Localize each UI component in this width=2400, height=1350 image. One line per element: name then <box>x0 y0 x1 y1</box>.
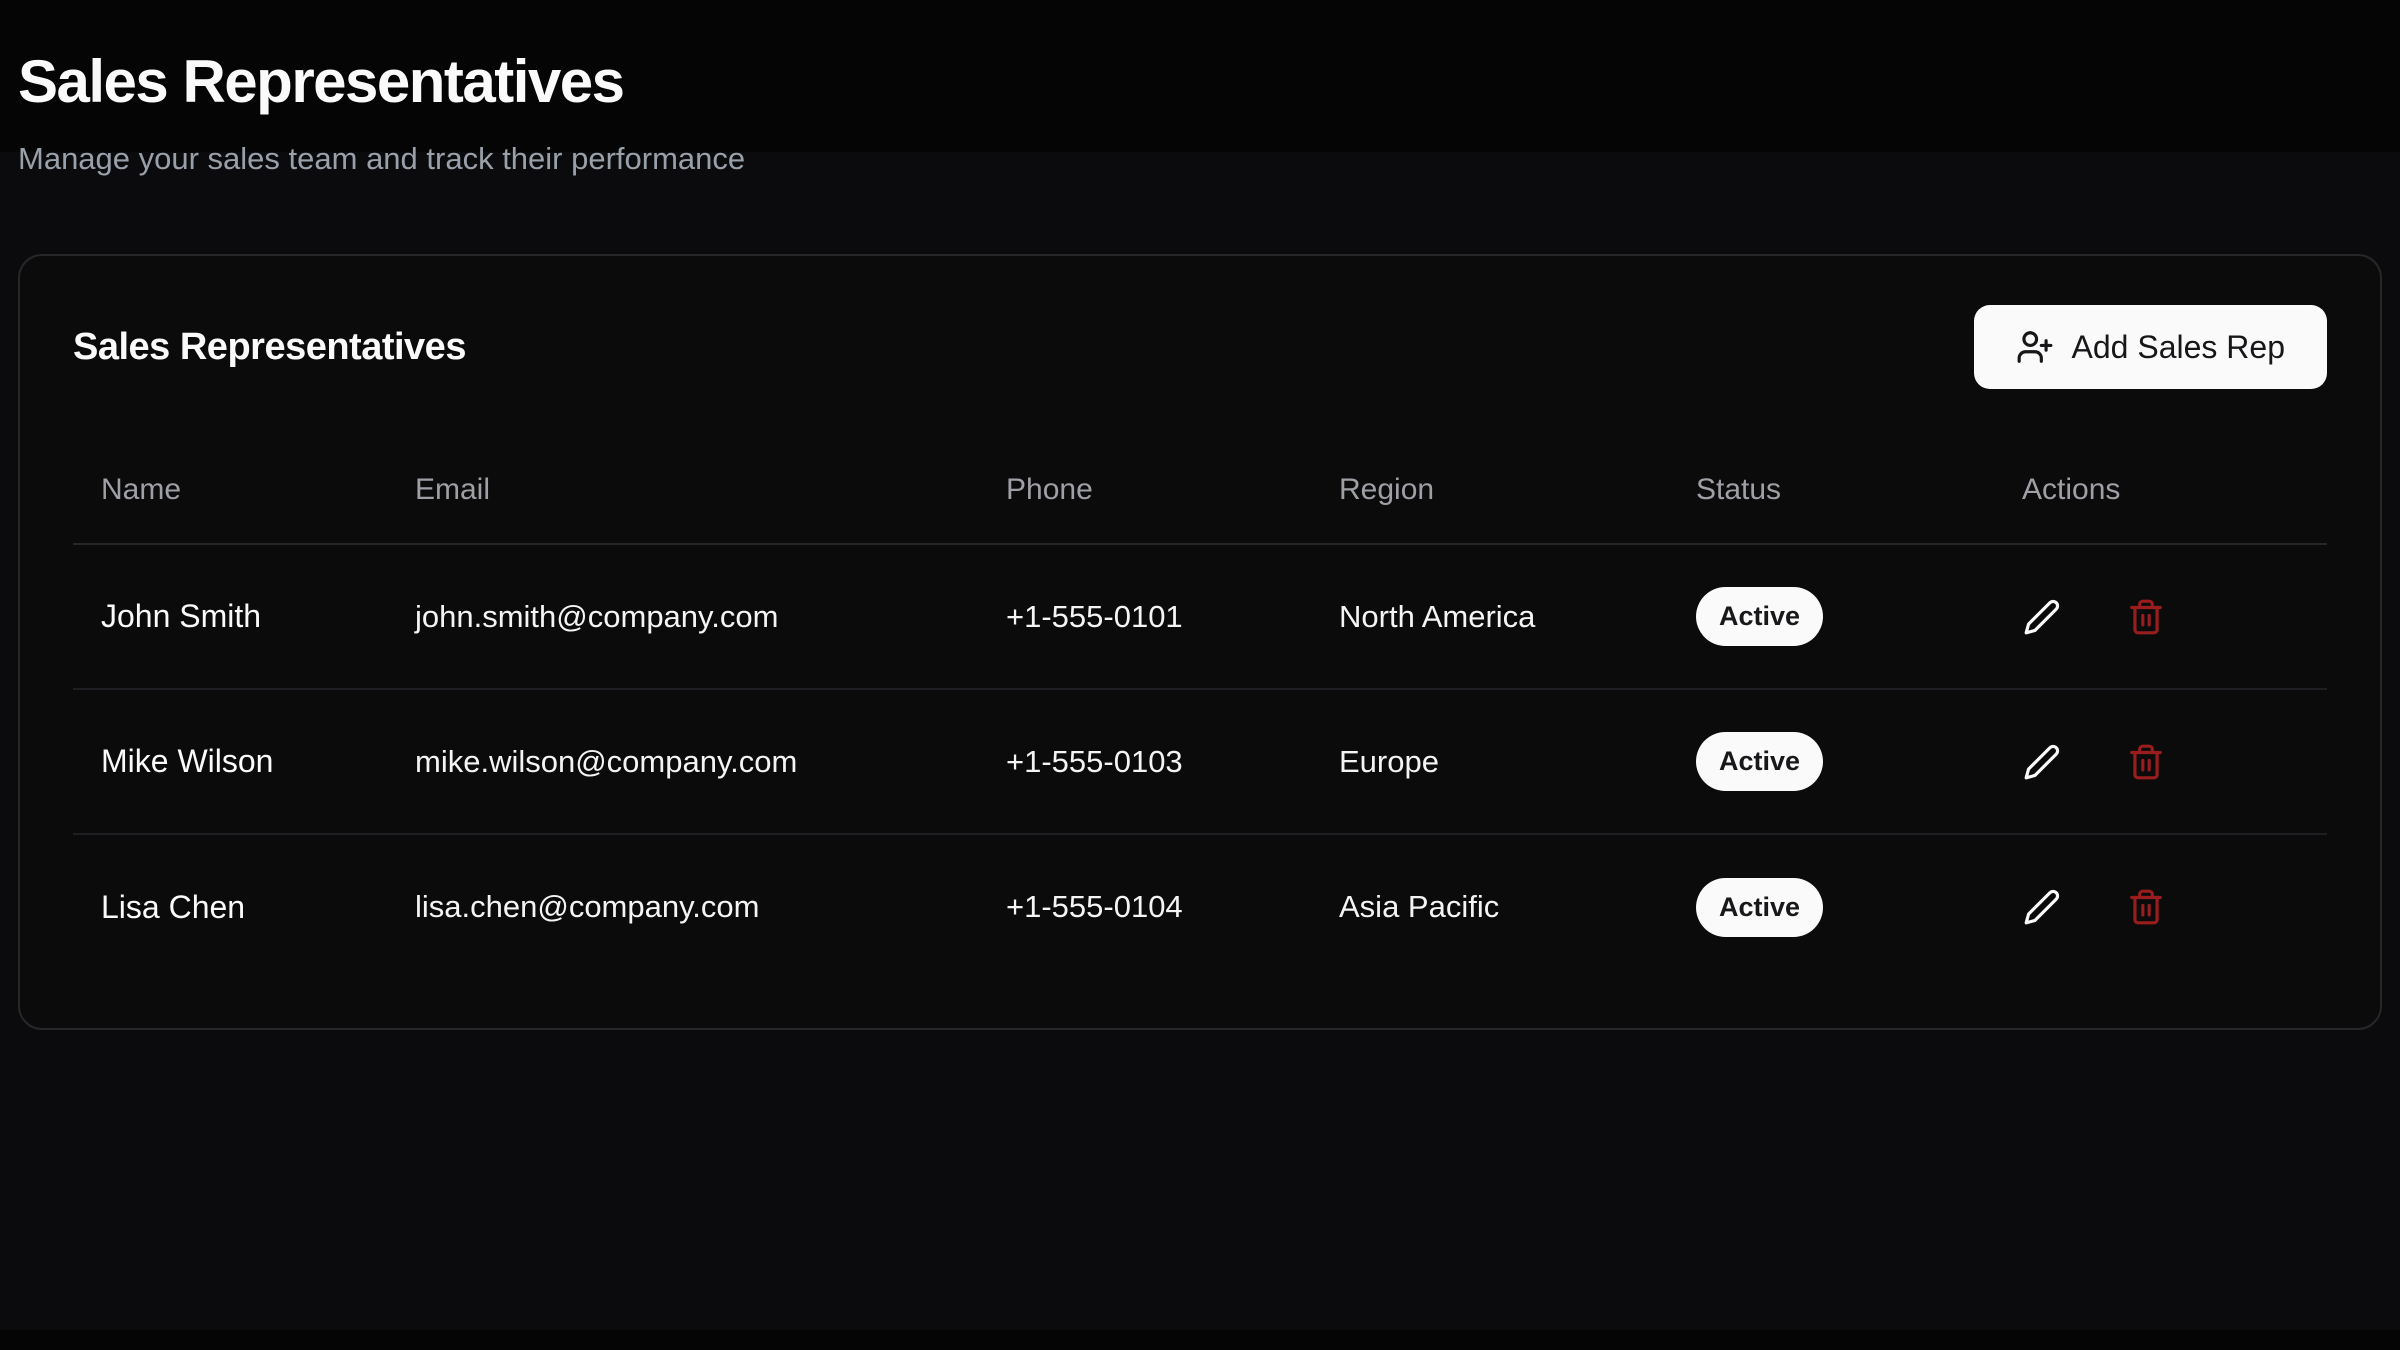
sales-reps-card: Sales Representatives Add Sales Rep <box>18 254 2382 1030</box>
column-header-actions: Actions <box>1994 445 2327 544</box>
column-header-phone: Phone <box>978 445 1311 544</box>
cell-region: North America <box>1311 544 1668 689</box>
pencil-icon <box>2023 888 2061 926</box>
cell-actions <box>1994 544 2327 689</box>
delete-rep-button[interactable] <box>2126 597 2166 637</box>
trash-icon <box>2127 743 2165 781</box>
edit-rep-button[interactable] <box>2022 887 2062 927</box>
status-badge: Active <box>1696 878 1823 937</box>
delete-rep-button[interactable] <box>2126 887 2166 927</box>
column-header-email: Email <box>387 445 978 544</box>
cell-email: lisa.chen@company.com <box>387 834 978 979</box>
cell-phone: +1-555-0101 <box>978 544 1311 689</box>
card-header: Sales Representatives Add Sales Rep <box>73 304 2327 390</box>
pencil-icon <box>2023 598 2061 636</box>
pencil-icon <box>2023 743 2061 781</box>
cell-phone: +1-555-0103 <box>978 689 1311 834</box>
trash-icon <box>2127 598 2165 636</box>
cell-actions <box>1994 689 2327 834</box>
status-badge: Active <box>1696 587 1823 646</box>
table-row: Lisa Chen lisa.chen@company.com +1-555-0… <box>73 834 2327 979</box>
app-window: Sales Representatives Manage your sales … <box>0 0 2400 1350</box>
column-header-status: Status <box>1668 445 1994 544</box>
add-sales-rep-button[interactable]: Add Sales Rep <box>1974 305 2327 389</box>
cell-name: John Smith <box>73 544 387 689</box>
status-badge: Active <box>1696 732 1823 791</box>
cell-actions <box>1994 834 2327 979</box>
column-header-name: Name <box>73 445 387 544</box>
cell-status: Active <box>1668 834 1994 979</box>
cell-name: Lisa Chen <box>73 834 387 979</box>
trash-icon <box>2127 888 2165 926</box>
sales-reps-table: Name Email Phone Region Status Actions J… <box>73 445 2327 979</box>
table-header: Name Email Phone Region Status Actions <box>73 445 2327 544</box>
edit-rep-button[interactable] <box>2022 597 2062 637</box>
cell-email: mike.wilson@company.com <box>387 689 978 834</box>
cell-name: Mike Wilson <box>73 689 387 834</box>
page-subtitle: Manage your sales team and track their p… <box>18 140 2382 178</box>
cell-phone: +1-555-0104 <box>978 834 1311 979</box>
column-header-region: Region <box>1311 445 1668 544</box>
table-row: Mike Wilson mike.wilson@company.com +1-5… <box>73 689 2327 834</box>
add-sales-rep-label: Add Sales Rep <box>2072 329 2285 366</box>
table-row: John Smith john.smith@company.com +1-555… <box>73 544 2327 689</box>
page-title: Sales Representatives <box>18 48 2382 116</box>
cell-status: Active <box>1668 689 1994 834</box>
cell-email: john.smith@company.com <box>387 544 978 689</box>
main-content: Sales Representatives Manage your sales … <box>0 0 2400 1030</box>
cell-region: Europe <box>1311 689 1668 834</box>
delete-rep-button[interactable] <box>2126 742 2166 782</box>
edit-rep-button[interactable] <box>2022 742 2062 782</box>
card-title: Sales Representatives <box>73 326 466 369</box>
cell-status: Active <box>1668 544 1994 689</box>
user-plus-icon <box>2016 328 2054 366</box>
table-body: John Smith john.smith@company.com +1-555… <box>73 544 2327 979</box>
cell-region: Asia Pacific <box>1311 834 1668 979</box>
